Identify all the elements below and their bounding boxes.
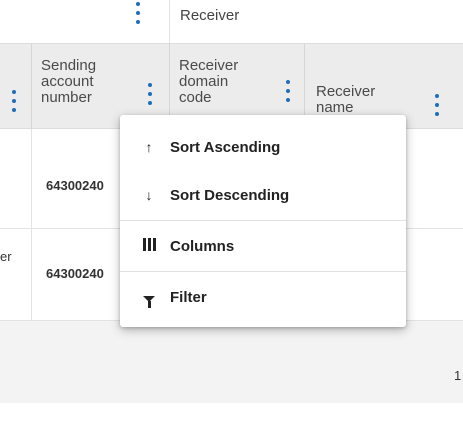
menu-item-label: Sort Ascending [170, 138, 281, 156]
column-context-menu: ↑ Sort Ascending ↓ Sort Descending Colum… [120, 115, 406, 327]
row-2-sending-account-number: 64300240 [46, 266, 104, 281]
filter-icon [142, 289, 156, 308]
grid-footer [0, 321, 463, 403]
arrow-up-icon: ↑ [145, 139, 153, 155]
menu-item-label: Sort Descending [170, 186, 290, 204]
group-divider [169, 0, 170, 43]
column-header-receiver-domain-code[interactable]: Receiver domain code [179, 58, 259, 106]
menu-item-sort-descending[interactable]: ↓ Sort Descending [120, 169, 406, 221]
arrow-down-icon: ↓ [145, 187, 153, 203]
receiver-name-menu-kebab-icon[interactable] [434, 94, 440, 116]
menu-item-label: Filter [170, 288, 207, 306]
column-divider [31, 43, 32, 129]
receiver-domain-menu-kebab-icon[interactable] [285, 80, 291, 102]
sending-account-menu-kebab-icon[interactable] [147, 83, 153, 105]
cell-divider [31, 129, 32, 229]
menu-item-label: Columns [170, 237, 235, 255]
menu-item-columns[interactable]: Columns [120, 220, 406, 272]
row-2-partial-cell: er [0, 249, 12, 264]
menu-item-filter[interactable]: Filter [120, 271, 406, 323]
group-label-receiver: Receiver [180, 7, 240, 24]
pagination-page-number[interactable]: 1 [454, 368, 461, 383]
column-menu-kebab-icon[interactable] [11, 90, 17, 112]
menu-item-sort-ascending[interactable]: ↑ Sort Ascending [120, 121, 406, 173]
column-header-sending-account-number[interactable]: Sending account number [41, 58, 121, 106]
columns-icon [142, 238, 156, 254]
group-menu-kebab-icon[interactable] [135, 2, 141, 24]
row-1-sending-account-number: 64300240 [46, 178, 104, 193]
column-header-receiver-name[interactable]: Receiver name [316, 84, 396, 116]
cell-divider [31, 229, 32, 321]
